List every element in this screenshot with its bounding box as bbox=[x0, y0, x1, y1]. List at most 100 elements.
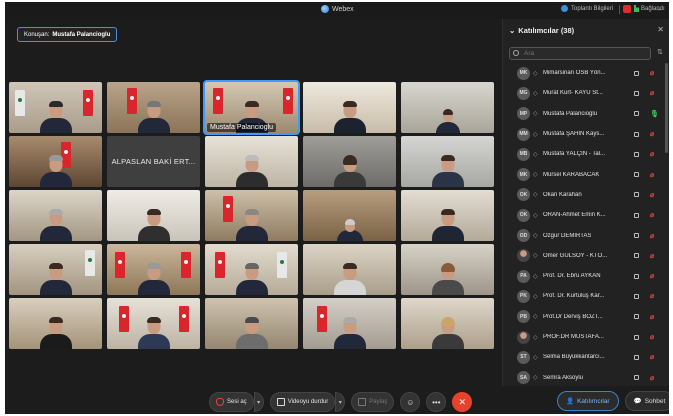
minimize-icon[interactable]: – bbox=[657, 5, 661, 14]
meeting-info-button[interactable]: Toplantı Bilgileri bbox=[561, 5, 613, 12]
video-tile[interactable] bbox=[401, 190, 494, 241]
video-tile[interactable] bbox=[9, 190, 102, 241]
participant-search-input[interactable] bbox=[509, 47, 651, 60]
participants-icon: 👤 bbox=[566, 398, 575, 405]
participant-name: Selma Büyükkantarcı... bbox=[543, 354, 605, 361]
video-icon bbox=[634, 273, 639, 279]
video-tile-active-speaker[interactable]: Mustafa Palancioglu bbox=[203, 80, 300, 135]
video-tile[interactable] bbox=[107, 190, 200, 241]
microphone-muted-icon[interactable]: ⌀ bbox=[650, 313, 654, 321]
video-tile[interactable] bbox=[107, 298, 200, 349]
tab-chat-label: Sohbet bbox=[644, 397, 666, 405]
participant-row[interactable]: ST ◇ Selma Büyükkantarcı... ⌀ bbox=[503, 347, 665, 367]
camera-icon bbox=[276, 398, 285, 406]
more-options-button[interactable]: ••• bbox=[426, 392, 447, 412]
participant-name: ORAN-Ahmet Emin K... bbox=[543, 212, 606, 219]
tab-participants[interactable]: 👤 Katılımcılar bbox=[557, 391, 619, 411]
share-button[interactable]: Paylaş bbox=[351, 392, 395, 412]
microphone-muted-icon[interactable]: ⌀ bbox=[650, 89, 654, 97]
video-tile[interactable] bbox=[205, 298, 298, 349]
microphone-muted-icon[interactable]: ⌀ bbox=[650, 130, 654, 138]
microphone-muted-icon[interactable]: ⌀ bbox=[650, 171, 654, 179]
video-tile[interactable] bbox=[303, 136, 396, 187]
participant-row[interactable]: MK ◇ Mürsel KARABACAK ⌀ bbox=[503, 164, 665, 184]
participant-row[interactable]: PK ◇ Prof. Dr. Kurtuluş Kar... ⌀ bbox=[503, 286, 665, 306]
microphone-muted-icon[interactable]: ⌀ bbox=[650, 292, 654, 300]
participant-list: MK ◇ Mimarsinan OSB Yön... ⌀ MG ◇ Murat Kurt- … bbox=[503, 63, 665, 388]
participant-row[interactable]: ◇ PROF.DR MUSTAFA... ⌀ bbox=[503, 327, 665, 347]
microphone-muted-icon[interactable]: ⌀ bbox=[650, 232, 654, 240]
title-bar: Webex Toplantı Bilgileri Bağlandı – bbox=[5, 2, 669, 19]
ellipsis-icon: ••• bbox=[432, 397, 441, 407]
video-icon bbox=[634, 192, 639, 198]
device-icon: ◇ bbox=[533, 192, 538, 199]
participant-row[interactable]: PA ◇ Prof. Dr. Ebru AYKAN ⌀ bbox=[503, 266, 665, 286]
video-tile[interactable] bbox=[9, 244, 102, 295]
participant-row[interactable]: PB ◇ Prof.Dr Derviş BOZT... ⌀ bbox=[503, 307, 665, 327]
video-tile[interactable] bbox=[107, 244, 200, 295]
microphone-muted-icon[interactable]: ⌀ bbox=[650, 69, 654, 77]
info-icon bbox=[561, 5, 568, 12]
microphone-icon[interactable]: 🎙 bbox=[650, 110, 659, 118]
participant-row[interactable]: MK ◇ Mimarsinan OSB Yön... ⌀ bbox=[503, 63, 665, 83]
microphone-muted-icon[interactable]: ⌀ bbox=[650, 211, 654, 219]
video-tile[interactable] bbox=[107, 82, 200, 133]
participant-row[interactable]: OK ◇ ORAN-Ahmet Emin K... ⌀ bbox=[503, 205, 665, 225]
video-tile[interactable] bbox=[303, 244, 396, 295]
video-tile[interactable] bbox=[205, 190, 298, 241]
participant-row[interactable]: MG ◇ Murat Kurt- KAYÜ St... ⌀ bbox=[503, 83, 665, 103]
microphone-muted-icon[interactable]: ⌀ bbox=[650, 353, 654, 361]
video-tile[interactable] bbox=[9, 82, 102, 133]
video-tile[interactable] bbox=[401, 298, 494, 349]
participant-row[interactable]: MP ◇ Mustafa Palancioglu 🎙 bbox=[503, 104, 665, 124]
avatar bbox=[517, 249, 530, 263]
video-tile-camera-off[interactable]: ALPASLAN BAKİ ERT... bbox=[107, 136, 200, 187]
microphone-muted-icon[interactable]: ⌀ bbox=[650, 150, 654, 158]
participant-list-scrollbar[interactable] bbox=[665, 63, 668, 153]
microphone-muted-icon[interactable]: ⌀ bbox=[650, 191, 654, 199]
participant-row[interactable]: ◇ Ömer GÜLSOY - KTO... ⌀ bbox=[503, 246, 665, 266]
microphone-muted-icon[interactable]: ⌀ bbox=[650, 374, 654, 382]
participant-row[interactable]: SA ◇ Semra Aksoylu ⌀ bbox=[503, 367, 665, 387]
participant-row[interactable]: MM ◇ Mustafa ŞAHİN Kays... ⌀ bbox=[503, 124, 665, 144]
video-icon bbox=[634, 131, 639, 137]
participant-row[interactable]: OD ◇ Ozgur DEMIRTAS ⌀ bbox=[503, 225, 665, 245]
close-panel-icon[interactable]: ✕ bbox=[657, 25, 664, 34]
tab-chat[interactable]: 💬 Sohbet bbox=[624, 391, 669, 411]
share-icon bbox=[358, 398, 367, 406]
stop-video-button[interactable]: Videoyu durdur bbox=[269, 392, 336, 412]
video-tile[interactable] bbox=[9, 136, 102, 187]
participant-row[interactable]: OK ◇ Okan Karahan ⌀ bbox=[503, 185, 665, 205]
participant-row[interactable]: MB ◇ Mustafa YALÇIN - Tal... ⌀ bbox=[503, 144, 665, 164]
microphone-muted-icon[interactable]: ⌀ bbox=[650, 272, 654, 280]
end-call-button[interactable]: ✕ bbox=[452, 392, 473, 412]
microphone-muted-icon[interactable]: ⌀ bbox=[650, 333, 654, 341]
video-tile[interactable] bbox=[205, 136, 298, 187]
video-options-chevron-icon[interactable]: ▾ bbox=[335, 392, 346, 412]
participants-panel-header[interactable]: ⌄ Katılımcılar (38) bbox=[509, 26, 574, 35]
video-icon bbox=[634, 233, 639, 239]
participant-name: Mustafa Palancioglu bbox=[543, 110, 598, 117]
video-tile[interactable] bbox=[303, 82, 396, 133]
video-tile[interactable] bbox=[303, 298, 396, 349]
unmute-button[interactable]: Sesi aç bbox=[209, 392, 254, 412]
device-icon: ◇ bbox=[533, 354, 538, 361]
video-tile[interactable] bbox=[401, 244, 494, 295]
device-icon: ◇ bbox=[533, 111, 538, 118]
video-tile[interactable] bbox=[401, 82, 494, 133]
panel-tabs: 👤 Katılımcılar 💬 Sohbet ⋯ bbox=[557, 391, 669, 411]
device-icon: ◇ bbox=[533, 90, 538, 97]
divider bbox=[619, 5, 620, 14]
reactions-button[interactable]: ☺ bbox=[400, 392, 421, 412]
participant-name: Mürsel KARABACAK bbox=[543, 171, 600, 178]
microphone-muted-icon[interactable]: ⌀ bbox=[650, 252, 654, 260]
video-tile[interactable] bbox=[9, 298, 102, 349]
video-tile[interactable] bbox=[205, 244, 298, 295]
video-icon bbox=[634, 70, 639, 76]
avatar: MG bbox=[517, 86, 530, 100]
sort-icon[interactable]: ⇅ bbox=[657, 48, 663, 56]
video-tile[interactable] bbox=[303, 190, 396, 241]
video-tile[interactable] bbox=[401, 136, 494, 187]
audio-options-chevron-icon[interactable]: ▾ bbox=[253, 392, 264, 412]
device-icon: ◇ bbox=[533, 375, 538, 382]
